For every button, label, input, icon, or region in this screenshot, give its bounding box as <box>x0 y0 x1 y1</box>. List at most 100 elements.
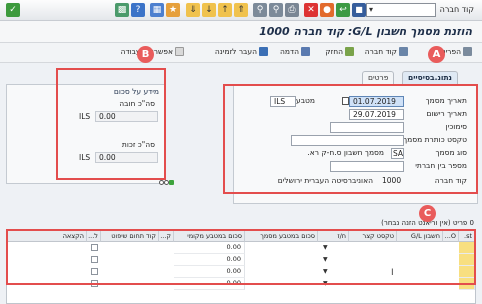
title-bar: הוזנת מסמך חשבון G/L: קוד חברה 1000 <box>0 21 482 43</box>
enter-icon[interactable]: ✓ <box>6 3 20 17</box>
hold-button[interactable]: החזק <box>325 47 354 56</box>
amount-info-heading: מידע על סכום <box>113 87 159 96</box>
simulate-button[interactable]: הדמה <box>280 47 310 56</box>
cancel-icon[interactable]: ✕ <box>304 3 318 17</box>
callout-badge-a: A <box>428 46 445 63</box>
park-button[interactable]: העבר לזמינה <box>215 47 268 56</box>
traffic-light-icon <box>159 180 174 186</box>
row-status-cell[interactable] <box>459 254 475 266</box>
line-items-table: st. O... חשבון G/L טקסט קצר ח/ז סכום במט… <box>6 229 476 304</box>
total-credit-currency: ILS <box>79 153 91 162</box>
company-code-button[interactable]: קוד חברה <box>365 47 408 56</box>
amount-info-panel: מידע על סכום סה"כ חובה ILS 0.00 סה"כ זכו… <box>6 84 166 184</box>
row-local-amount[interactable]: 0.00 <box>174 266 245 278</box>
doc-date-field[interactable]: 01.07.2019 <box>349 96 404 107</box>
doc-date-label: תאריך מסמך <box>425 96 467 105</box>
hold-label: החזק <box>325 47 343 56</box>
shortcut-icon[interactable]: ▦ <box>150 3 164 17</box>
row-local-amount[interactable]: 0.00 <box>174 254 245 266</box>
tree-icon <box>463 47 472 56</box>
reference-field[interactable] <box>330 122 404 133</box>
total-debit-field: 0.00 <box>95 111 158 122</box>
company-code-label-form: קוד חברה <box>434 176 467 185</box>
calendar-icon[interactable] <box>342 97 349 105</box>
command-field[interactable]: ▾ <box>366 3 436 17</box>
col-short-text[interactable]: טקסט קצר <box>349 230 397 242</box>
doc-type-field[interactable]: SA <box>391 148 404 159</box>
debit-credit-dropdown-icon[interactable]: ▼ <box>323 268 328 275</box>
page-title: הוזנת מסמך חשבון G/L: קוד חברה 1000 <box>259 25 472 38</box>
col-jurisdiction[interactable]: קוד תחום שיפוט <box>101 230 159 242</box>
find-icon[interactable]: ⚲ <box>269 3 283 17</box>
col-k[interactable]: ק... <box>159 230 174 242</box>
simulate-icon <box>301 47 310 56</box>
currency-label: מטבע <box>296 96 315 105</box>
col-o[interactable]: O... <box>443 230 459 242</box>
row-checkbox[interactable] <box>91 268 98 275</box>
simulate-label: הדמה <box>280 47 299 56</box>
print-icon[interactable]: ⎙ <box>285 3 299 17</box>
col-debit-credit[interactable]: ח/ז <box>318 230 349 242</box>
callout-badge-c: C <box>419 205 436 222</box>
col-amount-doc[interactable]: סכום במטבע מסמך <box>245 230 318 242</box>
total-credit-label: סה"כ זכות <box>121 140 155 149</box>
callout-badge-b: B <box>137 46 154 63</box>
new-session-icon[interactable]: ★ <box>166 3 180 17</box>
hold-icon <box>345 47 354 56</box>
row-status-cell[interactable] <box>459 242 475 254</box>
total-debit-currency: ILS <box>79 112 91 121</box>
last-page-icon[interactable]: ⇓ <box>186 3 200 17</box>
company-code-label: קוד חברה <box>364 47 397 56</box>
find-next-icon[interactable]: ⚲ <box>253 3 267 17</box>
doc-type-description: מסמך חשבון ס.ח-ק רא. <box>307 148 384 157</box>
tree-button[interactable]: הפריט <box>441 47 472 56</box>
back-icon[interactable]: ↩ <box>336 3 350 17</box>
next-page-icon[interactable]: ↓ <box>202 3 216 17</box>
company-code-value: 1000 <box>382 176 402 185</box>
row-status-cell[interactable] <box>459 266 475 278</box>
editing-options-icon <box>175 47 184 56</box>
col-l[interactable]: ל... <box>87 230 101 242</box>
debit-credit-dropdown-icon[interactable]: ▼ <box>323 244 328 251</box>
company-name: האוניברסיטה העברית ירושלים <box>277 176 373 185</box>
exit-icon[interactable]: ● <box>320 3 334 17</box>
row-local-amount[interactable]: 0.00 <box>174 242 245 254</box>
basic-data-panel: תאריך מסמך 01.07.2019 מטבע ILS תאריך ריש… <box>233 84 478 204</box>
total-credit-field: 0.00 <box>95 152 158 163</box>
col-assignment[interactable]: הקצאה <box>7 230 87 242</box>
header-text-label: טקסט כותרת מסמך <box>403 135 467 144</box>
row-local-amount[interactable]: 0.00 <box>174 278 245 290</box>
col-status[interactable]: st. <box>459 230 475 242</box>
first-page-icon[interactable]: ⇑ <box>234 3 248 17</box>
tab-details[interactable]: פרטים <box>362 71 395 84</box>
toolbar-company-label: קוד חברה <box>439 5 474 14</box>
row-checkbox[interactable] <box>91 256 98 263</box>
text-cursor-icon: I <box>391 268 394 278</box>
row-status-cell[interactable] <box>459 278 475 290</box>
cross-cc-label: מספר בין חברתי <box>415 161 467 170</box>
row-checkbox[interactable] <box>91 280 98 287</box>
posting-date-label: תאריך רישום <box>426 109 467 118</box>
posting-date-field[interactable]: 29.07.2019 <box>349 109 404 120</box>
debit-credit-dropdown-icon[interactable]: ▼ <box>323 280 328 287</box>
system-toolbar: ✓ ■ ▾ ↩ ● ✕ ⎙ ⚲ ⚲ ⇑ ↑ ↓ ⇓ ★ ▦ ? ▩ קוד חב… <box>0 0 482 21</box>
doc-type-label: סוג מסמך <box>435 148 467 157</box>
application-toolbar: הפריט קוד חברה החזק הדמה העבר לזמינה אפש… <box>0 43 482 63</box>
help-icon[interactable]: ? <box>131 3 145 17</box>
park-label: העבר לזמינה <box>214 47 257 56</box>
company-code-icon <box>399 47 408 56</box>
tab-basic-data[interactable]: נתונ.בסיסיים <box>402 71 458 84</box>
reference-label: סימוכין <box>445 122 467 131</box>
header-text-field[interactable] <box>291 135 404 146</box>
save-icon[interactable]: ■ <box>352 3 366 17</box>
cross-cc-field[interactable] <box>330 161 404 172</box>
col-amount-local[interactable]: סכום במטבע מקומי <box>174 230 245 242</box>
debit-credit-dropdown-icon[interactable]: ▼ <box>323 256 328 263</box>
total-debit-label: סה"כ חובה <box>119 99 155 108</box>
col-gl-account[interactable]: חשבון G/L <box>397 230 443 242</box>
currency-field[interactable]: ILS <box>270 96 296 107</box>
prev-page-icon[interactable]: ↑ <box>218 3 232 17</box>
park-icon <box>259 47 268 56</box>
row-checkbox[interactable] <box>91 244 98 251</box>
layout-icon[interactable]: ▩ <box>115 3 129 17</box>
